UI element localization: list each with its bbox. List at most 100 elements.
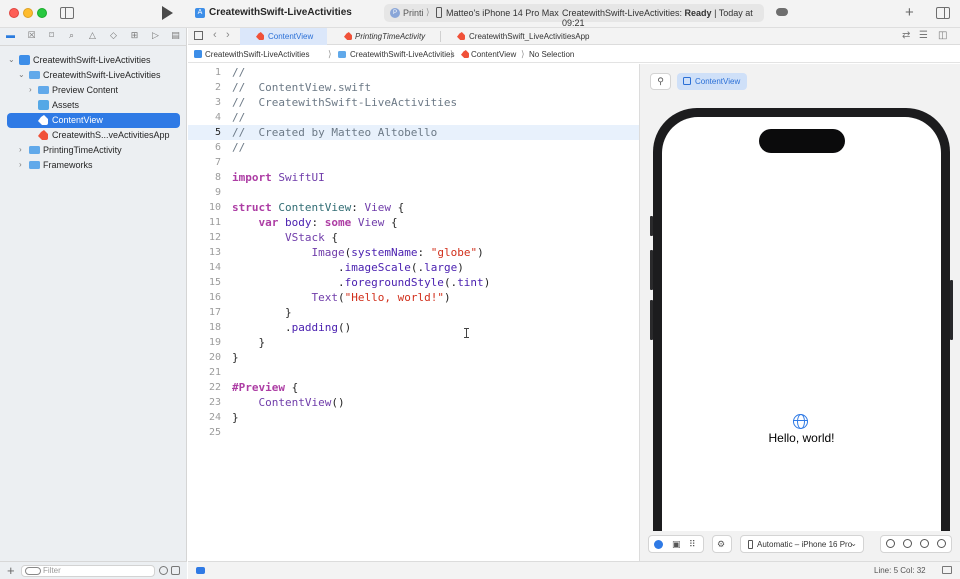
jump-item-file[interactable]: ContentView [471,50,516,59]
folder-icon[interactable]: ▬ [5,30,16,40]
code-line[interactable]: 2 // ContentView.swift [188,80,639,95]
folder-icon [29,146,40,154]
related-items-icon[interactable] [194,31,203,40]
filter-input[interactable]: Filter [21,565,155,577]
code-line[interactable]: 8 import SwiftUI [188,170,639,185]
tree-item-printingtimeactivity[interactable]: › PrintingTimeActivity [0,143,187,158]
code-line[interactable]: 14 .imageScale(.large) [188,260,639,275]
variants-icon[interactable]: ⠿ [689,539,696,550]
code-line[interactable]: 25 [188,425,639,440]
go-back-icon[interactable]: ‹ [213,29,217,41]
tree-item-preview-content[interactable]: › Preview Content [0,83,187,98]
selectable-mode-icon[interactable]: ▣ [672,539,681,550]
code-line[interactable]: 12 VStack { [188,230,639,245]
code-line[interactable]: 10 struct ContentView: View { [188,200,639,215]
filter-options-icon[interactable] [25,567,41,575]
code-line[interactable]: 11 var body: some View { [188,215,639,230]
pin-icon[interactable]: ⚲ [650,73,671,90]
live-preview-icon[interactable] [654,540,663,549]
debug-area-toggle-icon[interactable] [196,567,205,574]
jump-item-project[interactable]: CreatewithSwift-LiveActivities [205,50,309,59]
code-line[interactable]: 13 Image(systemName: "globe") [188,245,639,260]
recent-files-icon[interactable] [159,566,168,575]
preview-selector[interactable]: ContentView [677,73,747,90]
zoom-fit-icon[interactable] [920,539,929,548]
jump-item-selection[interactable]: No Selection [529,50,574,59]
code-line[interactable]: 24} [188,410,639,425]
run-button[interactable] [162,6,173,20]
tab-contentview[interactable]: ContentView [240,28,327,45]
source-control-filter-icon[interactable] [171,566,180,575]
code-line[interactable]: 3 // CreatewithSwift-LiveActivities [188,95,639,110]
debug-icon[interactable]: ⊞ [129,30,140,40]
tree-item-project[interactable]: ⌄ CreatewithSwift-LiveActivities [0,53,187,68]
tree-item-group[interactable]: ⌄ CreatewithSwift-LiveActivities [0,68,187,83]
preview-canvas: ⚲ ContentView Hello, world! [639,64,960,561]
jump-item-group[interactable]: CreatewithSwift-LiveActivities [350,50,454,59]
chevron-right-icon[interactable]: › [19,160,22,169]
power-button [950,280,953,340]
chevron-right-icon[interactable]: › [19,145,22,154]
refresh-icon[interactable]: ⇄ [902,30,910,41]
code-line[interactable]: 19 } [188,335,639,350]
close-window-button[interactable] [9,8,19,18]
code-line[interactable]: 17 } [188,305,639,320]
cloud-icon[interactable] [776,8,788,16]
code-text: Text("Hello, world!") [311,291,451,304]
tree-item-contentview[interactable]: ContentView [7,113,180,128]
code-line-current[interactable]: 5 // Created by Matteo Altobello [188,125,639,140]
breakpoints-icon[interactable]: ▷ [150,30,161,40]
scheme-activity-bar[interactable]: P Printi ⟩ Matteo's iPhone 14 Pro Max Cr… [384,4,764,28]
bookmark-icon[interactable]: ⌑ [46,30,57,40]
minimize-window-button[interactable] [23,8,33,18]
reports-icon[interactable]: ▤ [170,30,181,40]
canvas-bottom-bar: ▣ ⠿ ⚙ Automatic – iPhone 16 Pro ⌄ [639,531,960,561]
zoom-window-button[interactable] [37,8,47,18]
code-line[interactable]: 6 // [188,140,639,155]
preview-device-selector[interactable]: Automatic – iPhone 16 Pro ⌄ [740,535,864,553]
chevron-down-icon[interactable]: ⌄ [18,70,25,79]
code-line[interactable]: 9 [188,185,639,200]
source-control-icon[interactable]: ☒ [26,30,37,40]
tree-item-app-file[interactable]: CreatewithS...veActivitiesApp [0,128,187,143]
code-line[interactable]: 1 // [188,65,639,80]
chevron-right-icon[interactable]: › [29,85,32,94]
code-line[interactable]: 20} [188,350,639,365]
tree-item-frameworks[interactable]: › Frameworks [0,158,187,173]
code-line[interactable]: 23 ContentView() [188,395,639,410]
add-file-button[interactable]: + [7,563,15,578]
tab-app-file[interactable]: CreatewithSwift_LiveActivitiesApp [441,28,601,45]
editor-options-icon[interactable]: ☰ [919,30,928,41]
zoom-100-icon[interactable] [903,539,912,548]
zoom-in-icon[interactable] [937,539,946,548]
issues-icon[interactable]: △ [87,30,98,40]
code-line[interactable]: 18 .padding() [188,320,639,335]
code-line[interactable]: 21 [188,365,639,380]
tree-item-assets[interactable]: Assets [0,98,187,113]
zoom-out-icon[interactable] [886,539,895,548]
debug-area-layout-icon[interactable] [942,566,952,574]
preview-screen[interactable]: Hello, world! [662,117,941,561]
folder-icon [29,161,40,169]
go-forward-icon[interactable]: › [226,29,230,41]
run-destination[interactable]: Matteo's iPhone 14 Pro Max [446,8,559,18]
inspector-toggle-icon[interactable] [936,7,950,19]
sidebar-toggle-icon[interactable] [60,7,74,19]
add-tab-icon[interactable]: + [905,4,914,21]
code-line[interactable]: 7 [188,155,639,170]
code-text: // Created by Matteo Altobello [232,126,438,139]
code-line[interactable]: 4 // [188,110,639,125]
line-number: 22 [208,382,221,393]
source-editor[interactable]: 1 // 2 // ContentView.swift 3 // Createwith… [188,64,639,561]
scheme-selector[interactable]: Printi [403,8,424,18]
split-editor-icon[interactable]: ◫ [938,30,947,41]
code-line[interactable]: 15 .foregroundStyle(.tint) [188,275,639,290]
zoom-controls [880,535,952,553]
tests-icon[interactable]: ◇ [108,30,119,40]
code-line[interactable]: 22 #Preview { [188,380,639,395]
device-settings-icon[interactable]: ⚙ [717,539,725,550]
tab-printingtimeactivity[interactable]: PrintingTimeActivity [328,28,440,45]
find-icon[interactable]: ⌕ [66,30,77,40]
chevron-down-icon[interactable]: ⌄ [8,55,15,64]
code-line[interactable]: 16 Text("Hello, world!") [188,290,639,305]
